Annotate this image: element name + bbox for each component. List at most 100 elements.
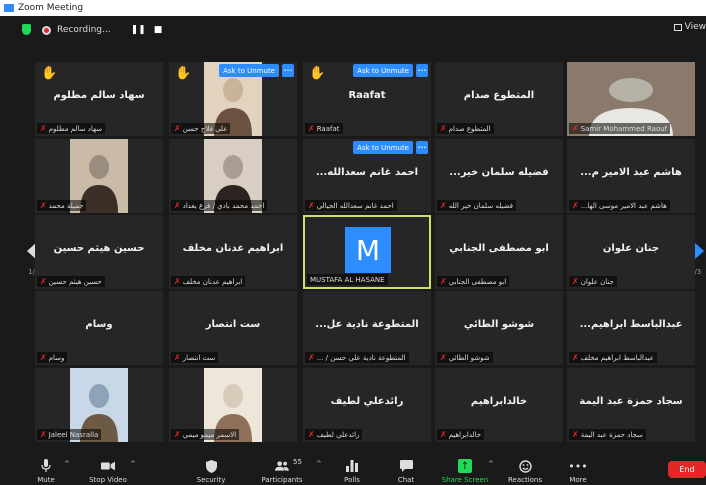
muted-microphone-icon: ✗ [440, 201, 447, 210]
tile-more-options-icon[interactable]: ••• [416, 141, 428, 154]
muted-microphone-icon: ✗ [40, 277, 47, 286]
encryption-shield-icon[interactable] [22, 24, 31, 35]
participant-name-label: ✗ ...هاشم عبد الامير موسى الها [569, 200, 670, 211]
participant-tile[interactable]: حسين هيثم حسين ✗ حسين هيثم حسين [35, 215, 163, 289]
participant-name: Jaleel Nasralla [48, 430, 99, 439]
chat-button[interactable]: Chat [396, 452, 416, 484]
muted-microphone-icon: ✗ [440, 353, 447, 362]
participants-button[interactable]: Participants [259, 452, 305, 484]
participant-tile[interactable]: ست انتصار ✗ ست انتصار [169, 291, 297, 365]
participant-name-label: ✗ المتطوع صدام [437, 123, 494, 134]
polls-bar-chart-icon [345, 459, 359, 473]
participant-name: جنان علوان [580, 277, 614, 286]
participant-name: MUSTAFA AL HASANE [310, 275, 385, 284]
recording-dot-icon [42, 25, 51, 35]
recording-label: Recording... [57, 25, 111, 35]
participant-name-label: ✗ وسام [37, 352, 68, 363]
participant-tile[interactable]: ...فضيله سلمان خير ✗ فضيله سلمان خير الله [435, 139, 563, 213]
muted-microphone-icon: ✗ [174, 124, 181, 133]
participant-tile[interactable]: ابو مصطفى الجنابي ✗ ابو مصطفى الجنابي [435, 215, 563, 289]
participant-tile[interactable]: رائدعلي لطيف ✗ رائدعلي لطيف [303, 368, 431, 442]
ask-to-unmute-button[interactable]: Ask to Unmute [353, 64, 413, 77]
security-button[interactable]: Security [196, 452, 226, 484]
participant-tile[interactable]: Raafat ✋ Ask to Unmute ••• ✗ Raafat [303, 62, 431, 136]
participant-avatar: M [345, 227, 391, 273]
stop-recording-button[interactable]: ■ [154, 25, 163, 35]
participant-name: جميلة محمد [48, 201, 84, 210]
polls-button[interactable]: Polls [341, 452, 363, 484]
participant-tile[interactable]: ✗ احمد محمد بادي / فرع بغداد [169, 139, 297, 213]
participant-tile[interactable]: وسام ✗ وسام [35, 291, 163, 365]
participant-name-label: ✗ رائدعلي لطيف [305, 429, 363, 440]
participant-tile[interactable]: ...عبدالباسط ابراهيم ✗ عبدالباسط ابراهيم م… [567, 291, 695, 365]
participant-tile[interactable]: ✗ Jaleel Nasralla [35, 368, 163, 442]
participant-display-name: ابراهيم عدنان مخلف [182, 243, 284, 254]
participant-name-label: ✗ جنان علوان [569, 276, 617, 287]
view-button[interactable]: View [673, 22, 706, 32]
participant-tile[interactable]: ...هاشم عبد الامير م ✗ ...هاشم عبد الامير … [567, 139, 695, 213]
participant-name-label: ✗... / المتطوعة نادية علي حسن [305, 352, 409, 363]
muted-microphone-icon: ✗ [308, 201, 315, 210]
participant-tile[interactable]: سجاد حمزة عبد اليمة ✗ سجاد حمزة عبد اليمة [567, 368, 695, 442]
participant-tile[interactable]: جنان علوان ✗ جنان علوان [567, 215, 695, 289]
participant-tile[interactable]: ✗ Samir Mohammed Raouf [567, 62, 695, 136]
meeting-toolbar: Mute ^ Stop Video ^ Security Participant… [0, 449, 706, 485]
muted-microphone-icon: ✗ [572, 430, 579, 439]
participant-tile[interactable]: ✗ جميلة محمد [35, 139, 163, 213]
tile-more-options-icon[interactable]: ••• [416, 64, 428, 77]
grid-view-icon [673, 23, 682, 31]
end-meeting-button[interactable]: End [668, 461, 706, 478]
participant-name: المتطوع صدام [448, 124, 491, 133]
muted-microphone-icon: ✗ [174, 277, 181, 286]
more-button[interactable]: ••• More [568, 452, 588, 485]
participant-tile[interactable]: M MUSTAFA AL HASANE [303, 215, 431, 289]
share-options-chevron-icon[interactable]: ^ [488, 460, 494, 468]
participant-tile[interactable]: ✋ Ask to Unmute ••• ✗ علي فلاح حسن [169, 62, 297, 136]
participant-display-name: المتطوع صدام [463, 90, 535, 101]
participant-name-label: ✗ فضيله سلمان خير الله [437, 200, 516, 211]
ellipsis-icon: ••• [568, 459, 588, 473]
share-screen-arrow-icon: ↑ [458, 459, 472, 473]
participant-tile[interactable]: خالدابراهيم ✗ خالدابراهيم [435, 368, 563, 442]
participant-tile[interactable]: ✗ الاسمر ميمو ميمي [169, 368, 297, 442]
participant-name: ست انتصار [182, 353, 216, 362]
participant-tile[interactable]: المتطوع صدام ✗ المتطوع صدام [435, 62, 563, 136]
recording-indicator: Recording... ❚❚ ■ [42, 20, 162, 40]
muted-microphone-icon: ✗ [440, 277, 447, 286]
pause-recording-button[interactable]: ❚❚ [131, 25, 146, 35]
mute-button[interactable]: Mute [36, 452, 56, 484]
muted-microphone-icon: ✗ [40, 430, 47, 439]
participant-name-label: ✗ حسين هيثم حسين [37, 276, 105, 287]
video-options-chevron-icon[interactable]: ^ [130, 460, 136, 468]
ask-to-unmute-button[interactable]: Ask to Unmute [353, 141, 413, 154]
participant-name-label: ✗ Raafat [305, 123, 343, 134]
participant-name-label: ✗ عبدالباسط ابراهيم مخلف [569, 352, 657, 363]
muted-microphone-icon: ✗ [308, 124, 315, 133]
participant-tile[interactable]: سهاد سالم مطلوم ✋ ✗ سهاد سالم مطلوم [35, 62, 163, 136]
muted-microphone-icon: ✗ [308, 430, 315, 439]
share-screen-button[interactable]: ↑ Share Screen [441, 452, 489, 484]
tile-more-options-icon[interactable]: ••• [282, 64, 294, 77]
participant-name-label: ✗ ابراهيم عدنان مخلف [171, 276, 246, 287]
stop-video-button[interactable]: Stop Video [86, 452, 130, 484]
audio-options-chevron-icon[interactable]: ^ [64, 460, 70, 468]
participant-name-label: ✗ شوشو الطائي [437, 352, 493, 363]
participant-name-label: ✗ ابو مصطفى الجنابي [437, 276, 510, 287]
participant-name: احمد غانم سعدالله الحيالي [316, 201, 394, 210]
reactions-button[interactable]: Reactions [506, 452, 544, 484]
participant-name: خالدابراهيم [448, 430, 482, 439]
ask-to-unmute-button[interactable]: Ask to Unmute [219, 64, 279, 77]
participant-tile[interactable]: شوشو الطائي ✗ شوشو الطائي [435, 291, 563, 365]
participants-options-chevron-icon[interactable]: ^ [316, 460, 322, 468]
participant-name-label: ✗ Jaleel Nasralla [37, 429, 102, 440]
smiley-face-icon [518, 459, 532, 473]
participant-name: Samir Mohammed Raouf [580, 124, 668, 133]
participant-display-name: سهاد سالم مطلوم [53, 90, 145, 101]
participant-name: الاسمر ميمو ميمي [182, 430, 237, 439]
participant-tile[interactable]: ...احمد غانم سعدالله Ask to Unmute ••• ✗ احم… [303, 139, 431, 213]
participant-display-name: ...فضيله سلمان خير [449, 167, 549, 178]
participant-tile[interactable]: ...المتطوعة نادية عل ✗... / المتطوعة نادي… [303, 291, 431, 365]
participant-name: سجاد حمزة عبد اليمة [580, 430, 643, 439]
participant-tile[interactable]: ابراهيم عدنان مخلف ✗ ابراهيم عدنان مخلف [169, 215, 297, 289]
raised-hand-icon: ✋ [175, 66, 192, 81]
